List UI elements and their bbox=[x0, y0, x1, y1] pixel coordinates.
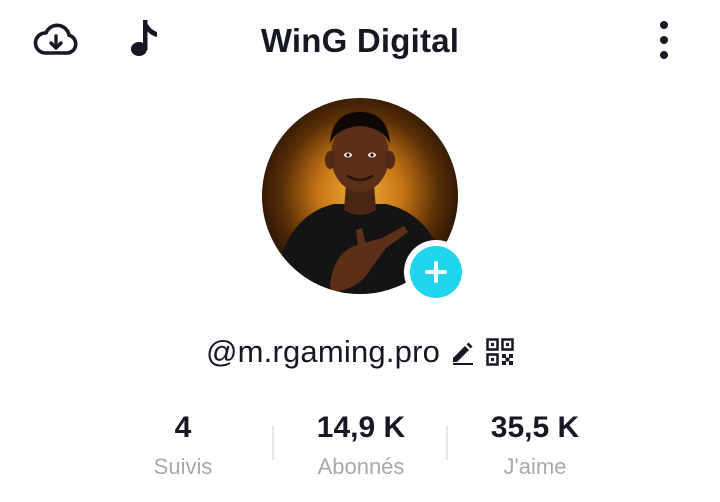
followers-count: 14,9 K bbox=[316, 411, 406, 444]
stat-following[interactable]: 4 Suivis bbox=[108, 408, 258, 480]
following-count: 4 bbox=[174, 411, 192, 444]
pencil-icon bbox=[453, 342, 474, 365]
username-handle: @m.rgaming.pro bbox=[205, 334, 441, 369]
cloud-download-button[interactable] bbox=[30, 20, 82, 60]
add-button[interactable] bbox=[404, 240, 468, 304]
likes-count: 35,5 K bbox=[490, 411, 580, 444]
followers-label: Abonnés bbox=[317, 454, 405, 479]
plus-icon bbox=[425, 261, 447, 283]
edit-handle-button[interactable] bbox=[450, 339, 476, 365]
profile-stats: 4 Suivis 14,9 K Abonnés 35,5 K J'aime bbox=[0, 408, 720, 488]
page-title: WinG Digital bbox=[260, 22, 460, 59]
more-options-button[interactable] bbox=[644, 16, 684, 64]
handle-row: @m.rgaming.pro bbox=[0, 330, 720, 374]
cloud-download-icon bbox=[33, 23, 78, 55]
following-label: Suivis bbox=[153, 454, 213, 479]
qr-code-icon bbox=[486, 338, 514, 366]
stats-divider bbox=[446, 426, 448, 460]
music-button[interactable] bbox=[124, 16, 164, 60]
music-note-icon bbox=[131, 20, 157, 56]
top-bar: WinG Digital bbox=[0, 0, 720, 84]
qr-code-button[interactable] bbox=[486, 338, 514, 366]
add-button-circle bbox=[410, 246, 462, 298]
stats-divider bbox=[272, 426, 274, 460]
likes-label: J'aime bbox=[503, 454, 567, 479]
stat-followers[interactable]: 14,9 K Abonnés bbox=[286, 408, 436, 480]
more-vertical-icon bbox=[660, 21, 668, 59]
stat-likes[interactable]: 35,5 K J'aime bbox=[460, 408, 610, 480]
